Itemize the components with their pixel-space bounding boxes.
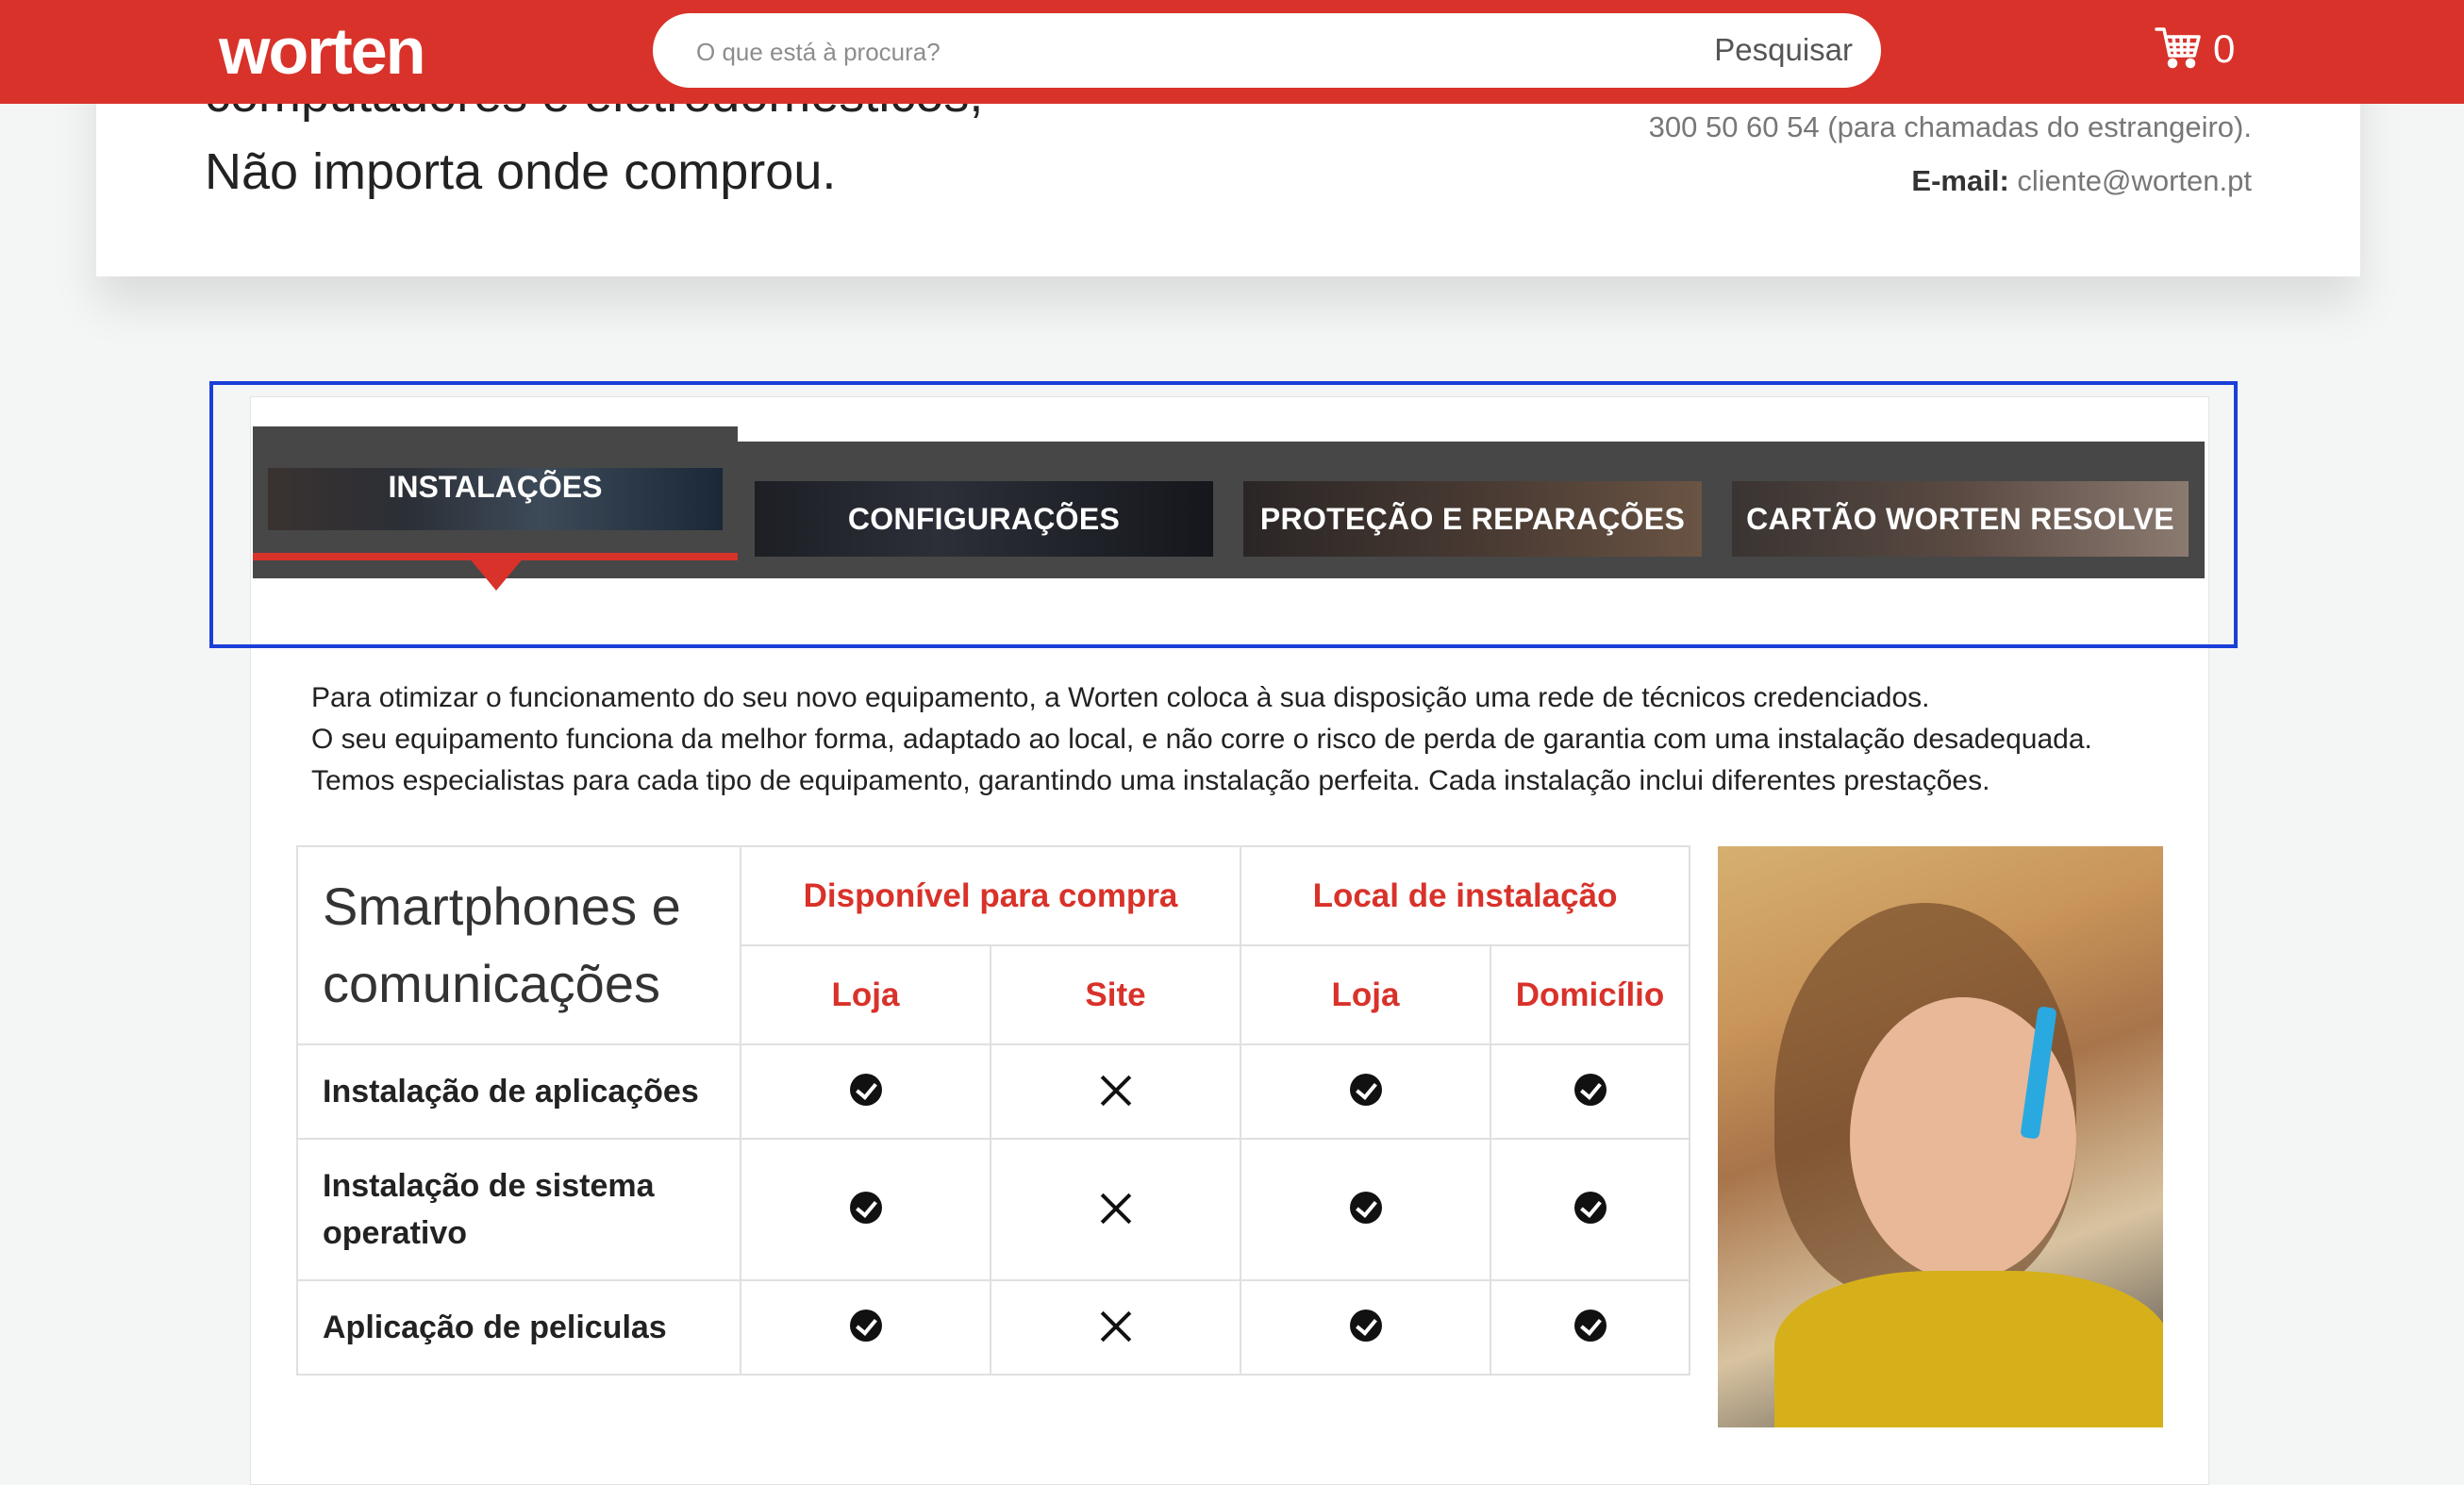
email-label: E-mail: — [1911, 164, 2009, 197]
subheader-loja: Loja — [740, 944, 991, 1045]
intro-line: Temos especialistas para cada tipo de eq… — [311, 765, 1990, 796]
contact-email: E-mail: cliente@worten.pt — [1911, 164, 2252, 198]
check-icon — [1573, 1191, 1607, 1224]
table-row: Instalação de sistema operativo — [296, 1138, 1691, 1281]
table-row: Aplicação de peliculas — [296, 1279, 1691, 1376]
check-icon — [849, 1073, 882, 1106]
tab-label: CONFIGURAÇÕES — [847, 501, 1121, 536]
search-input[interactable] — [694, 32, 1641, 72]
subheader-site: Site — [989, 944, 1242, 1045]
check-icon — [1349, 1073, 1382, 1106]
email-link[interactable]: cliente@worten.pt — [2017, 164, 2252, 197]
cross-icon — [1100, 1310, 1132, 1342]
header-local-instalacao: Local de instalação — [1240, 845, 1691, 946]
cart-count: 0 — [2213, 26, 2236, 71]
cart-button[interactable]: 0 — [2155, 21, 2235, 77]
cart-icon — [2155, 25, 2202, 74]
subheader-loja: Loja — [1240, 944, 1492, 1045]
tab-label: INSTALAÇÕES — [388, 470, 603, 504]
tab-label: CARTÃO WORTEN RESOLVE — [1746, 501, 2174, 536]
top-header: worten Pesquisar 0 — [0, 0, 2464, 104]
cross-icon — [1100, 1192, 1132, 1224]
services-table: Smartphones e comunicações Disponível pa… — [296, 845, 1691, 1376]
row-label: Instalação de sistema operativo — [296, 1138, 741, 1281]
check-icon — [849, 1309, 882, 1342]
woman-on-phone-photo — [1718, 846, 2163, 1427]
check-icon — [1349, 1309, 1382, 1342]
check-icon — [1573, 1073, 1607, 1106]
header-disponivel-compra: Disponível para compra — [739, 845, 1242, 946]
check-icon — [849, 1191, 882, 1224]
row-label: Aplicação de peliculas — [296, 1279, 741, 1376]
row-label: Instalação de aplicações — [296, 1043, 741, 1140]
check-icon — [1349, 1191, 1382, 1224]
search-bar: Pesquisar — [653, 13, 1881, 88]
active-tab-arrow-icon — [468, 557, 524, 591]
table-row: Instalação de aplicações — [296, 1043, 1691, 1140]
intro-line: Para otimizar o funcionamento do seu nov… — [311, 682, 1930, 713]
intro-text: Para otimizar o funcionamento do seu nov… — [311, 677, 2160, 802]
check-icon — [1573, 1309, 1607, 1342]
table-title: Smartphones e comunicações — [296, 845, 741, 1045]
tab-configuracoes[interactable]: CONFIGURAÇÕES — [755, 481, 1213, 557]
search-button[interactable]: Pesquisar — [1714, 30, 1853, 70]
contact-phone: 300 50 60 54 (para chamadas do estrangei… — [1648, 110, 2252, 143]
worten-logo[interactable]: worten — [219, 13, 425, 89]
subheader-domicilio: Domicílio — [1490, 944, 1691, 1045]
cross-icon — [1100, 1074, 1132, 1106]
tab-cartao-worten-resolve[interactable]: CARTÃO WORTEN RESOLVE — [1732, 481, 2189, 557]
tab-label: PROTEÇÃO E REPARAÇÕES — [1259, 501, 1686, 536]
heading-line: Não importa onde comprou. — [205, 143, 837, 200]
intro-line: O seu equipamento funciona da melhor for… — [311, 724, 2092, 755]
tab-instalacoes[interactable]: INSTALAÇÕES — [253, 426, 738, 560]
tab-protecao-reparacoes[interactable]: PROTEÇÃO E REPARAÇÕES — [1243, 481, 1702, 557]
